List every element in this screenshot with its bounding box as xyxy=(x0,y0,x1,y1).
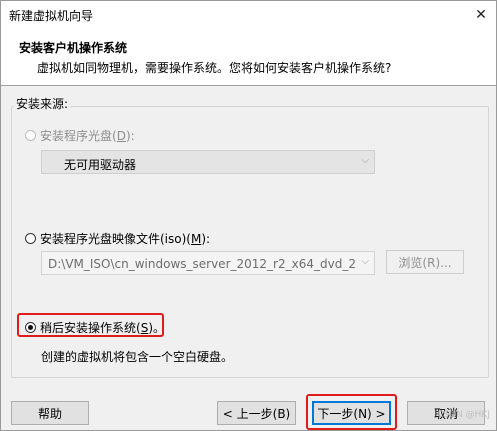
wizard-body: 安装来源: 安装程序光盘(D): 无可用驱动器 ⌵ 安装程序光盘映像文件(iso… xyxy=(1,86,496,391)
wizard-footer: 帮助 < 上一步(B) 下一步(N) > 取消 CSDN @HKJ xyxy=(1,391,496,430)
later-option-label: 稍后安装操作系统(S)。 xyxy=(40,321,165,335)
disc-radio[interactable] xyxy=(25,130,36,141)
chevron-down-icon[interactable]: ⌵ xyxy=(361,256,369,267)
iso-path-value: D:\VM_ISO\cn_windows_server_2012_r2_x64_… xyxy=(48,257,356,271)
later-option-note: 创建的虚拟机将包含一个空白硬盘。 xyxy=(41,350,234,364)
install-source-label: 安装来源: xyxy=(14,95,71,112)
drive-select-value: 无可用驱动器 xyxy=(64,158,137,172)
page-title: 安装客户机操作系统 xyxy=(19,41,128,55)
disc-option-label: 安装程序光盘(D): xyxy=(40,129,135,143)
close-button[interactable]: ✕ xyxy=(466,1,496,29)
later-option[interactable]: 稍后安装操作系统(S)。 xyxy=(25,319,165,336)
disc-option[interactable]: 安装程序光盘(D): xyxy=(25,127,135,144)
drive-select: 无可用驱动器 ⌵ xyxy=(41,150,375,174)
wizard-window: 新建虚拟机向导 ✕ 安装客户机操作系统 虚拟机如同物理机，需要操作系统。您将如何… xyxy=(0,0,497,431)
page-subtitle: 虚拟机如同物理机，需要操作系统。您将如何安装客户机操作系统? xyxy=(37,61,392,75)
chevron-down-icon: ⌵ xyxy=(361,155,369,166)
next-button[interactable]: 下一步(N) > xyxy=(312,401,391,425)
later-radio[interactable] xyxy=(25,322,36,333)
window-title: 新建虚拟机向导 xyxy=(9,9,94,23)
iso-option-label: 安装程序光盘映像文件(iso)(M): xyxy=(40,232,211,246)
wizard-header: 安装客户机操作系统 虚拟机如同物理机，需要操作系统。您将如何安装客户机操作系统? xyxy=(1,29,496,86)
iso-path-combobox[interactable]: D:\VM_ISO\cn_windows_server_2012_r2_x64_… xyxy=(41,251,375,275)
help-button[interactable]: 帮助 xyxy=(11,401,89,425)
close-icon: ✕ xyxy=(475,7,487,23)
iso-option[interactable]: 安装程序光盘映像文件(iso)(M): xyxy=(25,230,210,247)
iso-radio[interactable] xyxy=(25,233,36,244)
watermark: CSDN @HKJ xyxy=(437,410,490,420)
title-bar: 新建虚拟机向导 ✕ xyxy=(1,1,496,29)
back-button[interactable]: < 上一步(B) xyxy=(217,401,296,425)
browse-button[interactable]: 浏览(R)... xyxy=(386,250,464,274)
